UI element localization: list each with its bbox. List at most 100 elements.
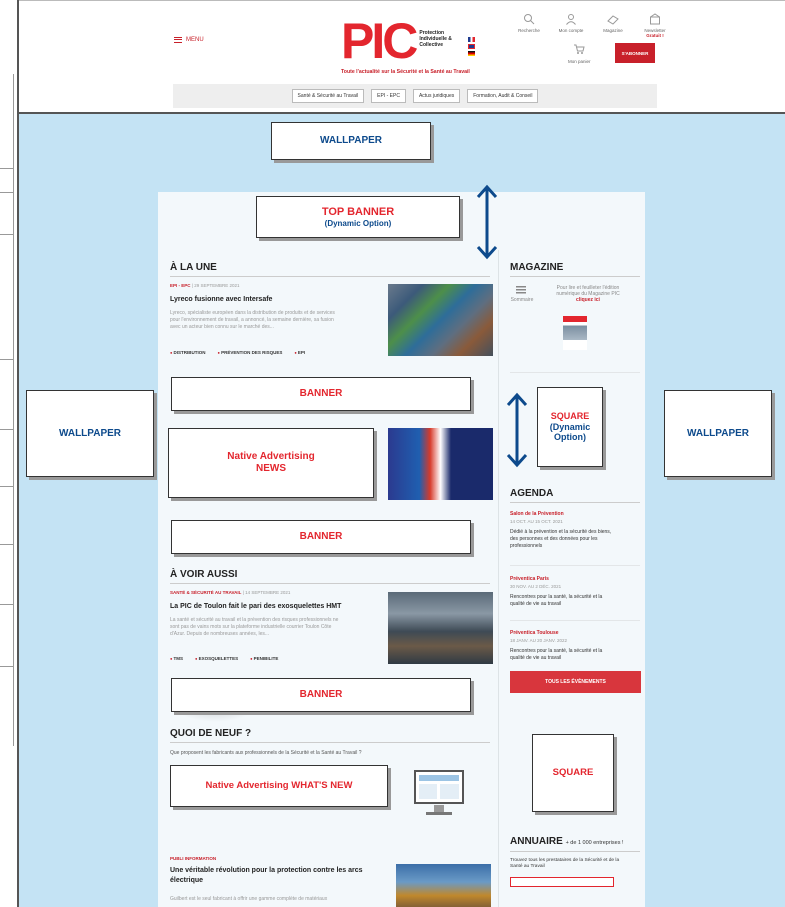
square-dynamic-callout[interactable]: SQUARE (Dynamic Option) bbox=[537, 387, 603, 467]
nav-item-epi[interactable]: EPI - EPC bbox=[371, 89, 406, 103]
tag-exosquelettes[interactable]: EXOSQUELETTES bbox=[195, 656, 239, 661]
agenda-event-1-desc: Dédié à la prévention et la sécurité des… bbox=[510, 529, 644, 550]
publi-headline-line-1: Une véritable révolution pour la protect… bbox=[170, 867, 363, 874]
all-events-button[interactable]: TOUS LES ÉVÈNEMENTS bbox=[510, 671, 641, 693]
cart-icon bbox=[574, 44, 585, 54]
magazine-link[interactable]: cliquez ici bbox=[540, 297, 636, 303]
cart-button[interactable]: Mon panier bbox=[568, 43, 591, 64]
wallpaper-right-callout[interactable]: WALLPAPER bbox=[664, 390, 772, 477]
list-icon bbox=[516, 286, 526, 294]
a-voir-aussi-title: À VOIR AUSSI bbox=[170, 569, 238, 580]
subscribe-button[interactable]: S'ABONNER bbox=[615, 43, 655, 63]
banner-2-callout[interactable]: BANNER bbox=[171, 520, 471, 554]
top-banner-label: TOP BANNER bbox=[321, 205, 395, 218]
square-dynamic-label-2: (Dynamic bbox=[549, 421, 591, 432]
annuaire-heading: ANNUAIRE + de 1 000 entreprises ! bbox=[510, 836, 624, 847]
magazine-cover[interactable] bbox=[563, 316, 587, 350]
square-label: SQUARE bbox=[552, 767, 594, 779]
a-voir-aussi-headline[interactable]: La PIC de Toulon fait le pari des exosqu… bbox=[170, 603, 341, 610]
native-whatsnew-callout[interactable]: Native Advertising WHAT'S NEW bbox=[170, 765, 388, 807]
a-voir-aussi-excerpt-line-3: d'Azur. Depuis de nombreuses années, les… bbox=[170, 631, 270, 637]
square-callout[interactable]: SQUARE bbox=[532, 734, 614, 812]
banner-1-label: BANNER bbox=[299, 388, 343, 399]
search-label: Recherche bbox=[518, 28, 540, 33]
hamburger-icon bbox=[174, 37, 182, 43]
banner-1-callout[interactable]: BANNER bbox=[171, 377, 471, 411]
a-la-une-excerpt-line-1: Lyreco, spécialiste européen dans la dis… bbox=[170, 310, 335, 316]
agenda-event-1-desc-line-1: Dédié à la prévention et la sécurité des… bbox=[510, 529, 612, 535]
annuaire-select[interactable] bbox=[510, 877, 614, 887]
banner-3-label: BANNER bbox=[299, 689, 343, 700]
top-banner-callout[interactable]: TOP BANNER (Dynamic Option) bbox=[256, 196, 460, 238]
column-divider bbox=[498, 250, 499, 907]
quoi-de-neuf-underline bbox=[170, 742, 490, 743]
wallpaper-top-callout[interactable]: WALLPAPER bbox=[271, 122, 431, 160]
tag-prevention[interactable]: PRÉVENTION DES RISQUES bbox=[218, 350, 282, 355]
a-voir-aussi-date: 14 SEPTEMBRE 2021 bbox=[245, 590, 291, 595]
annuaire-text: Trouvez tous les prestataires de la Sécu… bbox=[510, 858, 640, 870]
agenda-event-1-date: 14 OCT. AU 15 OCT. 2021 bbox=[510, 519, 563, 524]
nav-item-formation[interactable]: Formation, Audit & Conseil bbox=[467, 89, 539, 103]
agenda-event-2-date: 30 NOV. AU 2 DÉC. 2021 bbox=[510, 584, 562, 589]
user-icon bbox=[566, 14, 576, 25]
lyreco-image[interactable] bbox=[388, 284, 493, 356]
a-voir-aussi-underline bbox=[170, 583, 490, 584]
native-news-callout[interactable]: Native Advertising NEWS bbox=[168, 428, 374, 498]
banner-2-label: BANNER bbox=[299, 531, 343, 542]
a-la-une-meta: EPI - EPC | 29 SEPTEMBRE 2021 bbox=[170, 283, 240, 288]
main-nav: Santé & Sécurité au Travail EPI - EPC Ac… bbox=[173, 84, 657, 108]
site-logo[interactable]: PIC Protection Individuelle & Collective bbox=[341, 13, 453, 69]
logo-letters: PIC bbox=[341, 13, 418, 69]
agenda-event-2-desc: Rencontres pour la santé, la sécurité et… bbox=[510, 594, 644, 608]
a-la-une-excerpt-line-2: pour l'environnement de travail, a annon… bbox=[170, 317, 334, 323]
wallpaper-left-callout[interactable]: WALLPAPER bbox=[26, 390, 154, 477]
agenda-event-2-title[interactable]: Préventica Paris bbox=[510, 576, 549, 582]
publi-headline[interactable]: Une véritable révolution pour la protect… bbox=[170, 866, 390, 886]
search-button[interactable]: Recherche bbox=[515, 13, 543, 38]
agenda-event-2-desc-line-1: Rencontres pour la santé, la sécurité et… bbox=[510, 594, 603, 600]
a-voir-aussi-tags: TMS EXOSQUELETTES PENIBILITE bbox=[170, 656, 279, 661]
native-news-image[interactable] bbox=[388, 428, 493, 500]
agenda-event-1-title[interactable]: Salon de la Prévention bbox=[510, 511, 564, 517]
publi-image[interactable] bbox=[396, 864, 491, 907]
account-button[interactable]: Mon compte bbox=[557, 13, 585, 38]
tagline: Toute l'actualité sur la Sécurité et la … bbox=[341, 69, 470, 75]
nav-item-sante[interactable]: Santé & Sécurité au Travail bbox=[291, 89, 365, 103]
top-banner-option: (Dynamic Option) bbox=[324, 218, 392, 228]
agenda-sep-2 bbox=[510, 620, 640, 621]
flag-uk-icon[interactable] bbox=[468, 44, 475, 49]
a-voir-aussi-category[interactable]: SANTÉ & SÉCURITÉ AU TRAVAIL bbox=[170, 590, 241, 595]
exosquelette-image[interactable] bbox=[388, 592, 493, 664]
tag-tms[interactable]: TMS bbox=[170, 656, 184, 661]
publi-headline-line-2: électrique bbox=[170, 877, 204, 884]
sommaire-link[interactable]: Sommaire bbox=[508, 297, 536, 303]
publi-category: PUBLI INFORMATION bbox=[170, 856, 216, 861]
flag-fr-icon[interactable] bbox=[468, 37, 475, 42]
agenda-event-3-title[interactable]: Préventica Toulouse bbox=[510, 630, 559, 636]
tag-penibilite[interactable]: PENIBILITE bbox=[250, 656, 279, 661]
agenda-underline bbox=[510, 502, 640, 503]
gratuit-label: Gratuit ! bbox=[646, 33, 664, 38]
tag-distribution[interactable]: DISTRIBUTION bbox=[170, 350, 206, 355]
top-banner-resize-arrow bbox=[476, 184, 498, 260]
agenda-event-3-desc-line-1: Rencontres pour la santé, la sécurité et… bbox=[510, 648, 603, 654]
magazine-button[interactable]: Magazine bbox=[599, 13, 627, 38]
magazine-label: Magazine bbox=[603, 28, 623, 33]
menu-button[interactable]: MENU bbox=[174, 37, 204, 43]
magazine-bottom-line bbox=[510, 372, 640, 373]
nav-item-juridique[interactable]: Actus juridiques bbox=[412, 89, 461, 103]
native-news-label-1: Native Advertising bbox=[227, 451, 315, 462]
a-la-une-tags: DISTRIBUTION PRÉVENTION DES RISQUES EPI bbox=[170, 350, 306, 355]
newsletter-button[interactable]: Newsletter Gratuit ! bbox=[641, 13, 669, 38]
a-la-une-category[interactable]: EPI - EPC bbox=[170, 283, 191, 288]
a-voir-aussi-excerpt-line-2: sont pas de vains mots sur la plateforme… bbox=[170, 624, 332, 630]
tag-epi[interactable]: EPI bbox=[294, 350, 305, 355]
whatsnew-image[interactable] bbox=[414, 769, 464, 817]
banner-3-callout[interactable]: BANNER bbox=[171, 678, 471, 712]
magazine-underline bbox=[510, 276, 640, 277]
flag-de-icon[interactable] bbox=[468, 51, 475, 56]
newsletter-icon bbox=[650, 13, 660, 25]
a-la-une-headline[interactable]: Lyreco fusionne avec Intersafe bbox=[170, 296, 272, 303]
cart-label: Mon panier bbox=[568, 59, 591, 64]
search-icon bbox=[524, 14, 535, 25]
